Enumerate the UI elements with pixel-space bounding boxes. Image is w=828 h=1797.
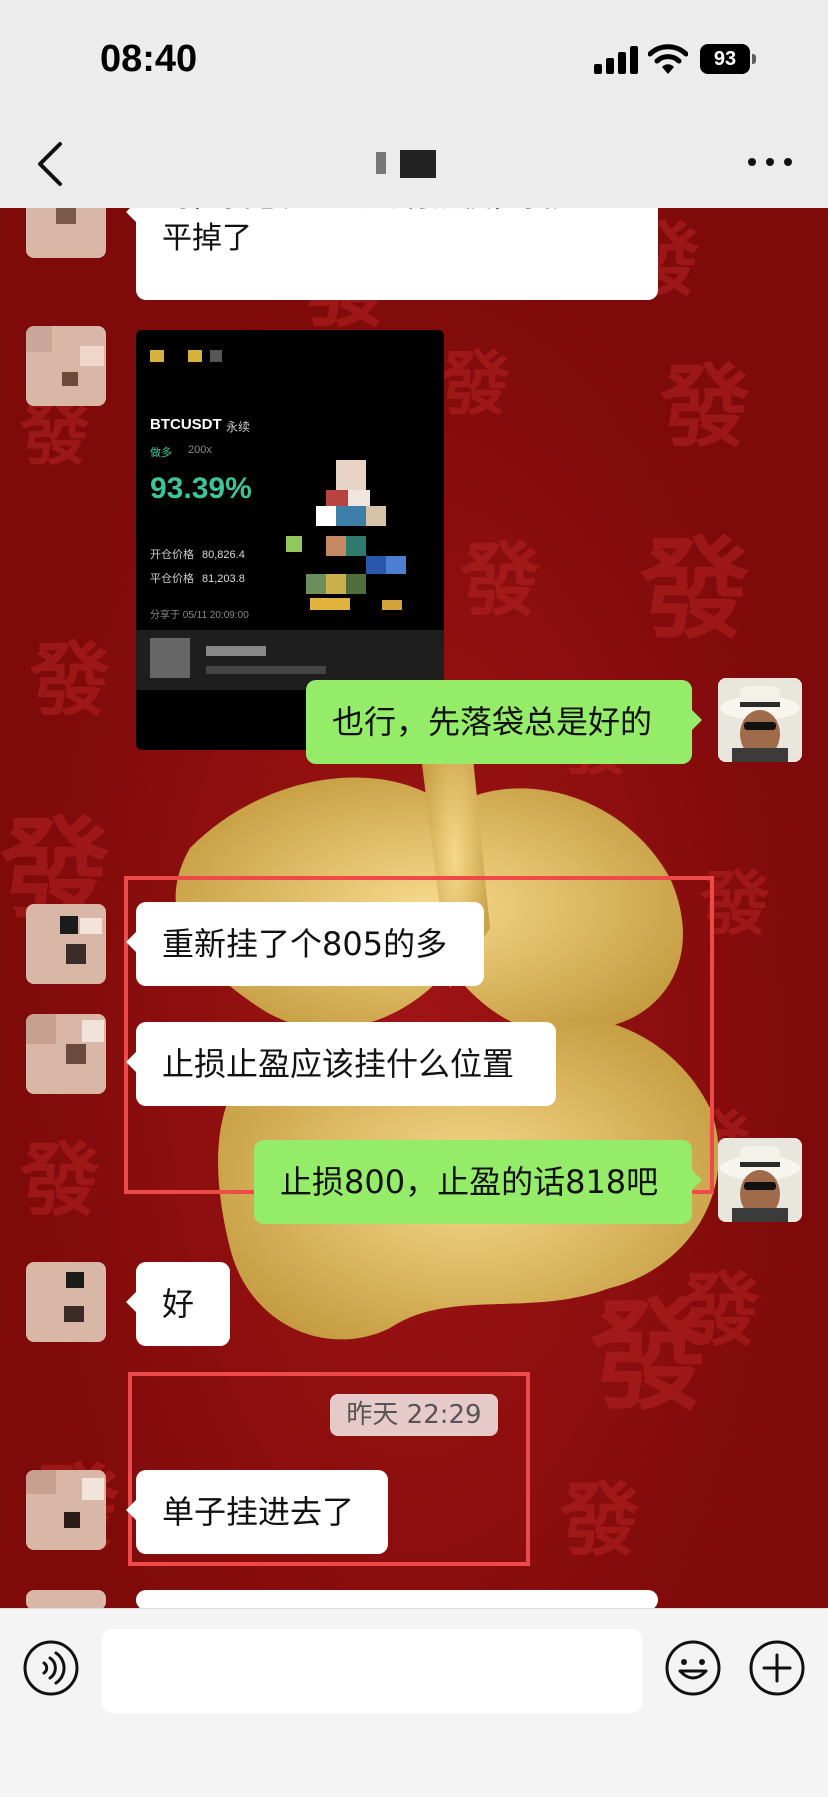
message-bubble[interactable] (136, 1590, 658, 1608)
contact-avatar[interactable] (26, 1262, 106, 1342)
trade-side: 做多 (150, 447, 172, 459)
open-price-value: 80,826.4 (202, 549, 245, 561)
message-bubble[interactable]: 单子挂进去了 (126, 1470, 388, 1554)
svg-text:發: 發 (439, 342, 510, 425)
input-bar (0, 1608, 828, 1797)
svg-text:發: 發 (559, 1473, 640, 1567)
contact-avatar[interactable] (26, 904, 106, 984)
svg-text:發: 發 (29, 633, 110, 727)
hat-avatar-image (718, 1138, 802, 1222)
trade-symbol: BTCUSDT (150, 416, 222, 433)
message-timestamp: 昨天 22:29 (330, 1394, 498, 1436)
message-bubble[interactable]: 止损止盈应该挂什么位置 (126, 1022, 556, 1106)
message-input[interactable] (102, 1629, 642, 1713)
contact-name-redacted (376, 150, 440, 180)
more-dots-icon[interactable] (746, 152, 794, 172)
svg-text:發: 發 (639, 525, 750, 654)
svg-text:發: 發 (659, 354, 750, 460)
chat-area[interactable]: 發 發 發 發 發 發 發 發 發 發 發 發 發 發 發 發 發 (0, 208, 828, 1608)
close-price-label: 平仓价格 (150, 573, 194, 585)
message-bubble[interactable]: 重新挂了个805的多 (126, 902, 484, 986)
emoji-icon[interactable] (664, 1639, 722, 1697)
plus-icon[interactable] (748, 1639, 806, 1697)
close-price-row: 平仓价格 81,203.8 (150, 570, 245, 586)
message-bubble[interactable]: 哥，我感觉上去的有点慢，我先 平掉了 (126, 208, 658, 300)
contact-avatar[interactable] (26, 326, 106, 406)
close-price-value: 81,203.8 (202, 573, 245, 585)
chat-header (0, 120, 828, 208)
message-text: 单子挂进去了 (162, 1493, 355, 1531)
status-bar: 08:40 93 (0, 0, 828, 120)
svg-text:發: 發 (19, 1133, 100, 1227)
my-avatar[interactable] (718, 1138, 802, 1222)
my-message-bubble[interactable]: 也行，先落袋总是好的 (306, 680, 702, 764)
my-avatar[interactable] (718, 678, 802, 762)
message-text: 止损800，止盈的话818吧 (280, 1163, 659, 1201)
voice-icon[interactable] (22, 1639, 80, 1697)
contract-type: 永续 (226, 420, 251, 434)
cellular-signal-icon (594, 46, 638, 74)
message-bubble[interactable]: 好 (126, 1262, 230, 1346)
message-text: 哥，我感觉上去的有点慢，我先 (162, 208, 632, 218)
share-time: 分享于 05/11 20:09:00 (150, 610, 249, 621)
contact-avatar[interactable] (26, 1470, 106, 1550)
contact-avatar[interactable] (26, 1590, 106, 1608)
pixelated-figure-image (286, 460, 406, 610)
my-message-bubble[interactable]: 止损800，止盈的话818吧 (254, 1140, 702, 1224)
status-time: 08:40 (100, 38, 198, 80)
battery-icon: 93 (700, 44, 756, 76)
chevron-left-icon[interactable] (30, 138, 70, 190)
wifi-icon (648, 44, 688, 74)
svg-text:發: 發 (459, 533, 540, 627)
contact-avatar[interactable] (26, 1014, 106, 1094)
open-price-row: 开仓价格 80,826.4 (150, 546, 245, 562)
contact-avatar[interactable] (26, 208, 106, 258)
open-price-label: 开仓价格 (150, 549, 194, 561)
hat-avatar-image (718, 678, 802, 762)
message-text: 重新挂了个805的多 (162, 925, 448, 963)
message-text: 好 (162, 1285, 195, 1323)
battery-level: 93 (700, 44, 750, 74)
message-text: 也行，先落袋总是好的 (332, 703, 653, 741)
message-text: 止损止盈应该挂什么位置 (162, 1045, 515, 1083)
trade-leverage: 200x (188, 444, 212, 456)
trade-roi: 93.39% (150, 472, 252, 505)
message-text: 平掉了 (162, 221, 252, 256)
